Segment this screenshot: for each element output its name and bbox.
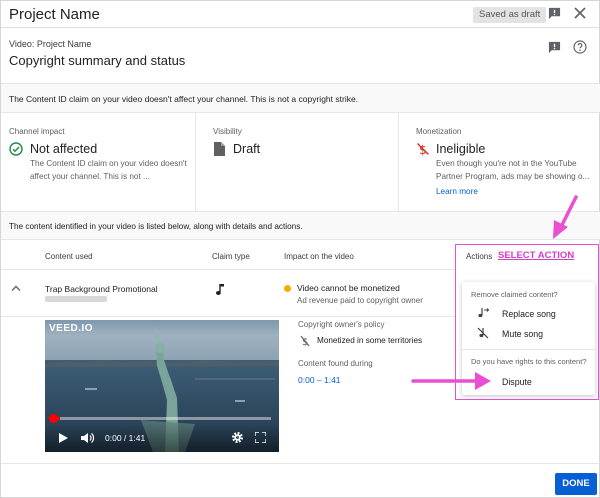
help-icon[interactable] [573, 40, 587, 54]
content-notice-banner: The content identified in your video is … [1, 211, 600, 240]
visibility-value: Draft [233, 142, 261, 156]
settings-gear-icon[interactable] [231, 431, 244, 444]
replace-song-option[interactable]: Replace song [502, 309, 556, 319]
learn-more-link[interactable]: Learn more [436, 187, 478, 196]
project-title: Project Name [9, 6, 100, 23]
column-header-claim-type: Claim type [212, 252, 250, 261]
video-label: Video: Project Name [9, 39, 92, 49]
dispute-option[interactable]: Dispute [502, 377, 532, 387]
select-action-dropdown[interactable]: SELECT ACTION [498, 250, 574, 261]
column-header-impact: Impact on the video [284, 252, 354, 261]
check-circle-icon [9, 142, 23, 156]
visibility-heading: Visibility [213, 127, 242, 136]
chevron-up-icon[interactable] [11, 284, 21, 292]
claimed-track-title: Trap Background Promotional [45, 284, 158, 294]
seek-bar[interactable] [53, 417, 271, 420]
video-player[interactable]: VEED.IO 0:00 / 1:41 [45, 320, 279, 452]
impact-main-text: Video cannot be monetized [297, 283, 400, 293]
column-header-content: Content used [45, 252, 93, 261]
menu-divider [462, 349, 595, 350]
divider [1, 269, 456, 270]
monetization-description: Even though you're not in the YouTube Pa… [436, 159, 590, 181]
channel-impact-value: Not affected [30, 142, 98, 156]
impact-sub-text: Ad revenue paid to copyright owner [297, 296, 423, 305]
page-title: Copyright summary and status [9, 53, 186, 68]
music-note-icon [216, 284, 224, 295]
feedback-icon[interactable] [548, 7, 561, 20]
video-time: 0:00 / 1:41 [105, 433, 146, 443]
feedback-icon[interactable] [548, 41, 561, 54]
play-icon[interactable] [59, 433, 68, 443]
column-header-actions: Actions [466, 252, 493, 261]
volume-icon[interactable] [81, 432, 95, 444]
redacted-artist-line [45, 296, 107, 302]
seek-handle[interactable] [49, 414, 58, 423]
fullscreen-icon[interactable] [255, 432, 266, 443]
monetization-value: Ineligible [436, 142, 486, 156]
visibility-card: Visibility Draft [196, 113, 399, 211]
channel-impact-card: Channel impact Not affected The Content … [1, 113, 196, 211]
status-warning-dot [284, 285, 291, 292]
veed-watermark: VEED.IO [49, 323, 94, 334]
policy-text: Monetized in some territories [317, 336, 423, 345]
channel-impact-description: The Content ID claim on your video doesn… [30, 159, 187, 181]
done-button[interactable]: DONE [555, 473, 597, 495]
mute-song-icon [477, 327, 489, 339]
content-found-heading: Content found during [298, 359, 373, 368]
replace-song-icon [478, 308, 489, 318]
divider [1, 316, 456, 317]
policy-heading: Copyright owner's policy [298, 320, 385, 329]
dialog-topbar: Project Name Saved as draft [1, 1, 600, 28]
content-notice-text: The content identified in your video is … [9, 222, 303, 231]
monetization-heading: Monetization [416, 127, 462, 136]
channel-notice-text: The Content ID claim on your video doesn… [9, 94, 359, 104]
content-found-range-link[interactable]: 0:00 – 1:41 [298, 375, 341, 385]
document-icon [214, 142, 225, 156]
footer-divider [1, 463, 600, 464]
channel-notice-banner: The Content ID claim on your video doesn… [1, 83, 600, 113]
mute-song-option[interactable]: Mute song [502, 329, 543, 339]
summary-columns: Channel impact Not affected The Content … [1, 113, 600, 211]
money-off-icon: $ [300, 335, 310, 347]
monetization-card: Monetization $ Ineligible Even though yo… [399, 113, 600, 211]
saved-as-draft-badge: Saved as draft [473, 7, 547, 23]
money-off-icon: $ [417, 143, 429, 156]
remove-content-heading: Remove claimed content? [471, 290, 558, 299]
close-icon[interactable] [573, 6, 587, 20]
channel-impact-heading: Channel impact [9, 127, 65, 136]
rights-heading: Do you have rights to this content? [471, 357, 587, 366]
copyright-dialog: Project Name Saved as draft Video: Proje… [0, 0, 600, 498]
